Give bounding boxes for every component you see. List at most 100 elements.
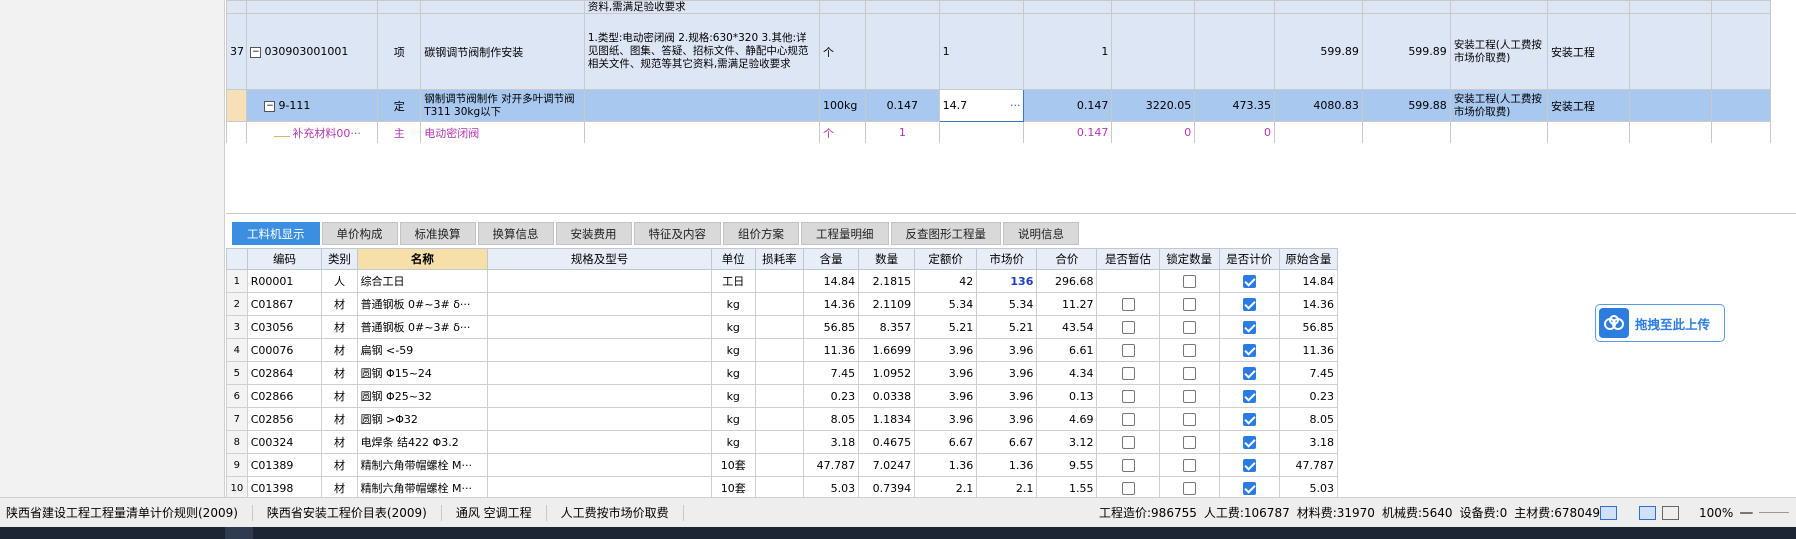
priced-checkbox[interactable] [1242,320,1256,334]
total-cell: 6.61 [1036,338,1098,362]
row-num-header[interactable] [226,248,248,270]
total-cell: 9.55 [1036,453,1098,477]
priced-checkbox[interactable] [1242,366,1256,380]
tab-labor-material-machine[interactable]: 工料机显示 [232,222,320,245]
zoom-slider[interactable] [1759,512,1790,513]
table-row[interactable]: 资料,需满足验收要求 [226,0,1771,14]
code-cell[interactable]: −030903001001 [246,13,379,90]
collapse-icon[interactable]: − [250,46,262,58]
lock-quantity-checkbox[interactable] [1182,389,1196,403]
tab-installation-fee[interactable]: 安装费用 [555,222,632,245]
priced-checkbox[interactable] [1242,412,1256,426]
table-row[interactable]: 7 C02856 材圆钢 >Φ32 kg 8.05 1.1834 3.96 3.96 4.69 8… [226,407,1338,431]
major-cell: 安装工程 [1546,13,1630,90]
taskbar-app-icon[interactable] [430,527,458,539]
lock-quantity-checkbox[interactable] [1182,481,1196,495]
tab-conversion-info[interactable]: 换算信息 [477,222,554,245]
provisional-checkbox[interactable] [1121,297,1135,311]
split-view-icon[interactable] [1662,505,1679,520]
table-row-selected[interactable]: −9-111 定 钢制调节阀制作 对开多叶调节阀T311 30kg以下 100k… [226,89,1771,122]
tab-features-content[interactable]: 特征及内容 [633,222,721,245]
tab-reverse-graphic-quantity[interactable]: 反查图形工程量 [890,222,1001,245]
table-row[interactable]: 4 C00076 材扁钢 <-59 kg 11.36 1.6699 3.96 3.96 6.61… [226,338,1338,362]
lock-quantity-checkbox[interactable] [1182,297,1196,311]
code-cell: C02864 [246,361,323,385]
lock-quantity-checkbox[interactable] [1182,458,1196,472]
lock-quantity-checkbox[interactable] [1182,274,1196,288]
lock-quantity-header[interactable]: 锁定数量 [1158,248,1220,270]
table-row-supplement[interactable]: 补充材料00··· 主 电动密闭阀 个 1 0.147 0 0 [226,121,1771,143]
tab-description[interactable]: 说明信息 [1003,222,1079,245]
priced-checkbox[interactable] [1242,481,1256,495]
priced-checkbox[interactable] [1242,435,1256,449]
table-row[interactable]: 9 C01389 材精制六角带帽螺栓 M··· 10套 47.787 7.0247 1.36… [226,453,1338,477]
priced-checkbox[interactable] [1242,343,1256,357]
table-row[interactable]: 8 C00324 材电焊条 结422 Φ3.2 kg 3.18 0.4675 6.67 6.6… [226,430,1338,454]
name-header[interactable]: 名称 [356,248,489,270]
table-row-37[interactable]: 37 −030903001001 项 碳钢调节阀制作安装 1.类型:电动密闭阀 … [226,13,1771,90]
lock-quantity-checkbox[interactable] [1182,366,1196,380]
table-row[interactable]: 10 C01398 材精制六角带帽螺栓 M··· 10套 5.03 0.7394 2.1 2.… [226,476,1338,497]
priced-checkbox-cell [1218,292,1280,316]
original-content-header[interactable]: 原始含量 [1278,248,1338,270]
provisional-checkbox[interactable] [1121,458,1135,472]
category-header[interactable]: 类别 [321,248,358,270]
upload-drop-zone[interactable]: 拖拽至此上传 [1595,304,1725,342]
provisional-checkbox[interactable] [1121,435,1135,449]
total-cell: 4.34 [1036,361,1098,385]
tab-unit-price-composition[interactable]: 单价构成 [321,222,398,245]
lock-quantity-checkbox[interactable] [1182,343,1196,357]
provisional-checkbox[interactable] [1121,366,1135,380]
loss-rate-header[interactable]: 损耗率 [754,248,805,270]
table-row[interactable]: 6 C02866 材圆钢 Φ25~32 kg 0.23 0.0338 3.96 3.96 0.1… [226,384,1338,408]
provisional-checkbox[interactable] [1121,412,1135,426]
layout-icon[interactable] [1600,505,1617,520]
lock-quantity-checkbox[interactable] [1182,412,1196,426]
taskbar-app-icon[interactable] [300,527,328,539]
spec-header[interactable]: 规格及型号 [487,248,712,270]
more-button[interactable]: ··· [1010,99,1021,112]
pane-splitter[interactable] [226,213,1796,214]
table-row[interactable]: 1 R00001 人综合工日 工日 14.84 2.1815 42 136 296.68 14.8… [226,269,1338,293]
code-cell[interactable]: −9-111 [246,89,379,122]
left-tree-panel[interactable] [0,0,225,497]
priced-checkbox[interactable] [1242,389,1256,403]
collapse-icon[interactable]: − [264,100,276,112]
taskbar-app-icon[interactable] [130,527,158,539]
spec-cell [487,430,712,454]
taskbar-search-icon[interactable] [40,527,68,539]
zoom-out-button[interactable]: — [1739,505,1753,521]
priced-header[interactable]: 是否计价 [1218,248,1280,270]
row-number: 10 [226,476,248,497]
quantity-header[interactable]: 数量 [858,248,916,270]
content-header[interactable]: 含量 [803,248,860,270]
qty-expr-input[interactable]: 14.7 ··· [938,89,1025,122]
taskbar-active-app-icon[interactable] [225,527,253,539]
total-header[interactable]: 合价 [1036,248,1098,270]
spec-cell [487,384,712,408]
base-price-header[interactable]: 定额价 [914,248,978,270]
table-row[interactable]: 3 C03056 材普通钢板 0#~3# δ··· kg 56.85 8.357 5.21 5… [226,315,1338,339]
lock-quantity-checkbox[interactable] [1182,435,1196,449]
total-cell: 11.27 [1036,292,1098,316]
priced-checkbox[interactable] [1242,274,1256,288]
provisional-header[interactable]: 是否暂估 [1096,248,1160,270]
code-header[interactable]: 编码 [246,248,323,270]
unit-cell: 个 [819,121,867,143]
tab-standard-conversion[interactable]: 标准换算 [399,222,476,245]
provisional-checkbox[interactable] [1121,481,1135,495]
table-row[interactable]: 5 C02864 材圆钢 Φ15~24 kg 7.45 1.0952 3.96 3.96 4.3… [226,361,1338,385]
table-row[interactable]: 2 C01867 材普通钢板 0#~3# δ··· kg 14.36 2.1109 5.34… [226,292,1338,316]
tab-quantity-details[interactable]: 工程量明细 [801,222,889,245]
priced-checkbox[interactable] [1242,297,1256,311]
market-price-header[interactable]: 市场价 [976,248,1038,270]
provisional-checkbox[interactable] [1121,343,1135,357]
tab-pricing-scheme[interactable]: 组价方案 [723,222,799,245]
total-cell: 296.68 [1036,269,1098,293]
lock-quantity-checkbox[interactable] [1182,320,1196,334]
priced-checkbox[interactable] [1242,458,1256,472]
single-view-icon[interactable] [1639,505,1656,520]
provisional-checkbox[interactable] [1121,389,1135,403]
provisional-checkbox[interactable] [1121,320,1135,334]
unit-header[interactable]: 单位 [710,248,756,270]
